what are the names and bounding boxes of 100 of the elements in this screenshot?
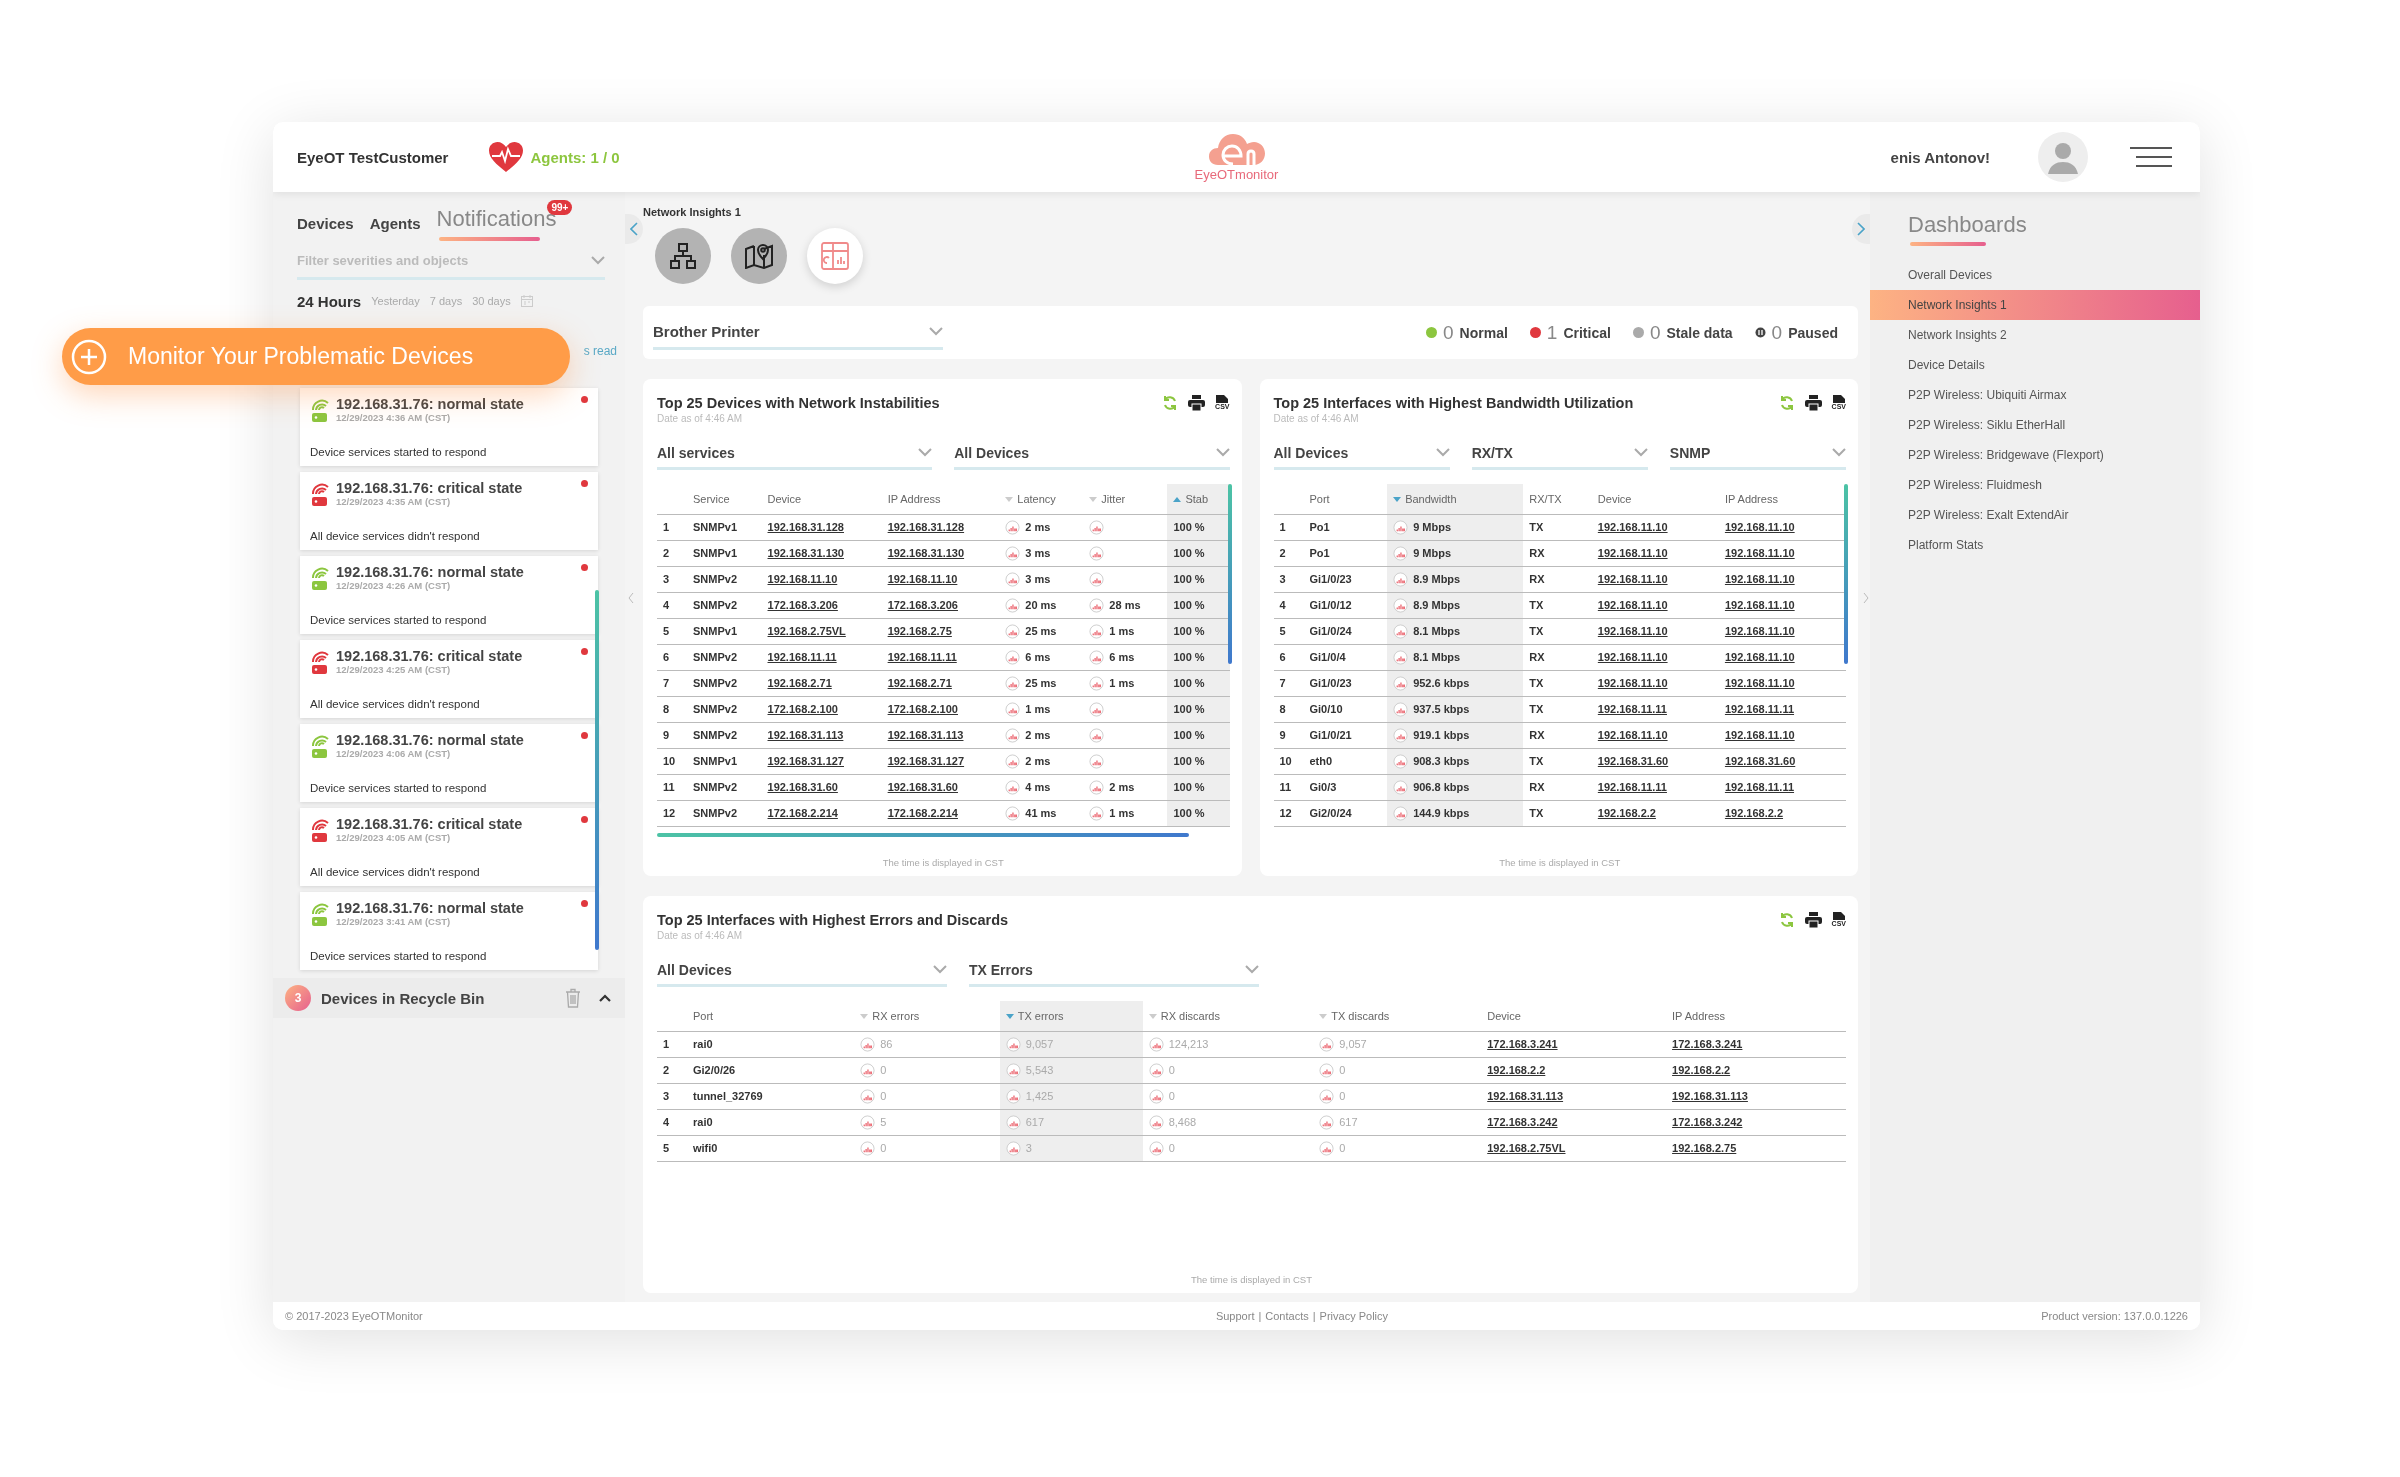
scrollbar-thumb[interactable]	[1227, 484, 1232, 664]
address-link[interactable]: 192.168.11.10	[1597, 573, 1668, 585]
address-link[interactable]: 192.168.11.10	[1724, 599, 1795, 611]
dashboard-item[interactable]: Overall Devices	[1870, 260, 2200, 290]
address-link[interactable]: 192.168.31.128	[767, 521, 844, 533]
tab[interactable]: Devices	[297, 215, 354, 234]
collapse-button[interactable]	[1852, 214, 1870, 244]
dashboard-item[interactable]: P2P Wireless: Bridgewave (Flexport)	[1870, 440, 2200, 470]
tab[interactable]: Agents	[369, 215, 421, 234]
notification-card[interactable]: 192.168.31.76: critical state 12/29/2023 4:25 AM (CST) All device services didn't respond	[300, 640, 598, 718]
collapse-button[interactable]	[625, 214, 643, 244]
refresh-icon[interactable]	[1778, 395, 1795, 411]
address-link[interactable]: 192.168.31.130	[767, 547, 844, 559]
address-link[interactable]: 192.168.11.10	[887, 573, 958, 585]
address-link[interactable]: 192.168.31.60	[1597, 755, 1669, 767]
menu-icon[interactable]	[2130, 146, 2172, 168]
chevron-left-icon[interactable]	[628, 592, 634, 604]
address-link[interactable]: 192.168.31.113	[767, 729, 844, 741]
column-header[interactable]: Stab	[1167, 484, 1230, 514]
view-button[interactable]	[655, 228, 711, 284]
filter-dropdown[interactable]: All Devices	[1273, 438, 1450, 470]
address-link[interactable]: 192.168.31.113	[887, 729, 964, 741]
address-link[interactable]: 192.168.11.10	[1724, 651, 1795, 663]
dashboard-item[interactable]: Device Details	[1870, 350, 2200, 380]
notification-card[interactable]: 192.168.31.76: critical state 12/29/2023 4:05 AM (CST) All device services didn't respond	[300, 808, 598, 886]
column-header[interactable]: TX discards	[1313, 1001, 1482, 1031]
address-link[interactable]: 192.168.31.60	[1724, 755, 1796, 767]
trash-icon[interactable]	[565, 988, 581, 1008]
refresh-icon[interactable]	[1162, 395, 1179, 411]
dashboard-item[interactable]: P2P Wireless: Fluidmesh	[1870, 470, 2200, 500]
address-link[interactable]: 192.168.11.11	[1597, 703, 1667, 715]
address-link[interactable]: 192.168.2.71	[887, 677, 952, 689]
avatar-icon[interactable]	[2038, 132, 2088, 182]
address-link[interactable]: 192.168.2.2	[1724, 807, 1784, 819]
footer-link[interactable]: Privacy Policy	[1319, 1310, 1389, 1322]
address-link[interactable]: 192.168.11.11	[887, 651, 957, 663]
time-range-option[interactable]: 24 Hours	[297, 292, 362, 310]
address-link[interactable]: 192.168.11.10	[1597, 521, 1668, 533]
notification-card[interactable]: 192.168.31.76: normal state 12/29/2023 4:06 AM (CST) Device services started to respond	[300, 724, 598, 802]
filter-dropdown[interactable]: SNMP	[1669, 438, 1846, 470]
address-link[interactable]: 172.168.3.241	[1672, 1038, 1743, 1050]
dashboard-item[interactable]: P2P Wireless: Ubiquiti Airmax	[1870, 380, 2200, 410]
address-link[interactable]: 172.168.3.242	[1487, 1116, 1558, 1128]
address-link[interactable]: 192.168.31.130	[887, 547, 965, 559]
column-header[interactable]: Latency	[999, 484, 1084, 514]
calendar-icon[interactable]	[520, 295, 533, 307]
address-link[interactable]: 192.168.11.10	[1724, 521, 1795, 533]
address-link[interactable]: 192.168.11.11	[1597, 781, 1667, 793]
address-link[interactable]: 192.168.11.10	[1724, 677, 1795, 689]
address-link[interactable]: 192.168.11.10	[1724, 625, 1795, 637]
address-link[interactable]: 192.168.11.10	[1724, 547, 1795, 559]
column-header[interactable]: RX discards	[1142, 1001, 1314, 1031]
address-link[interactable]: 172.168.3.241	[1487, 1038, 1558, 1050]
address-link[interactable]: 192.168.11.10	[1597, 729, 1668, 741]
address-link[interactable]: 192.168.11.10	[1597, 599, 1668, 611]
address-link[interactable]: 192.168.2.75	[1672, 1142, 1737, 1154]
print-icon[interactable]	[1804, 395, 1822, 411]
address-link[interactable]: 192.168.31.128	[887, 521, 965, 533]
dashboard-item[interactable]: Network Insights 2	[1870, 320, 2200, 350]
footer-link[interactable]: Contacts	[1265, 1310, 1309, 1322]
address-link[interactable]: 192.168.11.10	[1597, 677, 1668, 689]
filter-dropdown[interactable]: All Devices	[954, 438, 1230, 470]
address-link[interactable]: 192.168.31.113	[1672, 1090, 1748, 1102]
address-link[interactable]: 192.168.31.127	[767, 755, 844, 767]
address-link[interactable]: 192.168.11.10	[1724, 729, 1795, 741]
address-link[interactable]: 192.168.2.71	[767, 677, 832, 689]
print-icon[interactable]	[1188, 395, 1206, 411]
dashboard-item[interactable]: Network Insights 1	[1870, 290, 2200, 320]
chevron-right-icon[interactable]	[1863, 592, 1869, 604]
notification-card[interactable]: 192.168.31.76: normal state 12/29/2023 4:26 AM (CST) Device services started to respond	[300, 556, 598, 634]
address-link[interactable]: 192.168.2.75	[887, 625, 952, 637]
address-link[interactable]: 192.168.31.113	[1487, 1090, 1564, 1102]
filter-dropdown[interactable]: All services	[657, 438, 933, 470]
address-link[interactable]: 172.168.3.242	[1672, 1116, 1743, 1128]
scrollbar-thumb[interactable]	[595, 590, 599, 950]
address-link[interactable]: 192.168.31.60	[767, 781, 838, 793]
address-link[interactable]: 192.168.11.10	[1724, 573, 1795, 585]
view-button[interactable]	[731, 228, 787, 284]
dashboard-item[interactable]: Platform Stats	[1870, 530, 2200, 560]
address-link[interactable]: 192.168.11.11	[1724, 703, 1795, 715]
column-header[interactable]: TX errors	[999, 1001, 1143, 1031]
address-link[interactable]: 192.168.11.10	[1597, 547, 1668, 559]
address-link[interactable]: 172.168.2.214	[767, 807, 838, 819]
filter-dropdown[interactable]: All Devices	[657, 955, 947, 987]
filter-dropdown[interactable]: TX Errors	[969, 955, 1259, 987]
address-link[interactable]: 192.168.31.127	[887, 755, 965, 767]
column-header[interactable]: RX errors	[854, 1001, 1000, 1031]
dashboard-item[interactable]: P2P Wireless: Siklu EtherHall	[1870, 410, 2200, 440]
address-link[interactable]: 192.168.2.75VL	[1487, 1142, 1566, 1154]
address-link[interactable]: 192.168.11.10	[1597, 625, 1668, 637]
scrollbar-thumb[interactable]	[657, 832, 1190, 837]
address-link[interactable]: 172.168.3.206	[767, 599, 838, 611]
address-link[interactable]: 192.168.2.2	[1672, 1064, 1731, 1076]
address-link[interactable]: 192.168.11.10	[767, 573, 838, 585]
notification-card[interactable]: 192.168.31.76: normal state 12/29/2023 4:36 AM (CST) Device services started to respond	[300, 388, 598, 466]
address-link[interactable]: 172.168.3.206	[887, 599, 958, 611]
notification-card[interactable]: 192.168.31.76: normal state 12/29/2023 3:41 AM (CST) Device services started to respond	[300, 892, 598, 970]
column-header[interactable]: Bandwidth	[1387, 484, 1524, 514]
address-link[interactable]: 172.168.2.100	[767, 703, 838, 715]
filter-dropdown[interactable]: RX/TX	[1471, 438, 1648, 470]
